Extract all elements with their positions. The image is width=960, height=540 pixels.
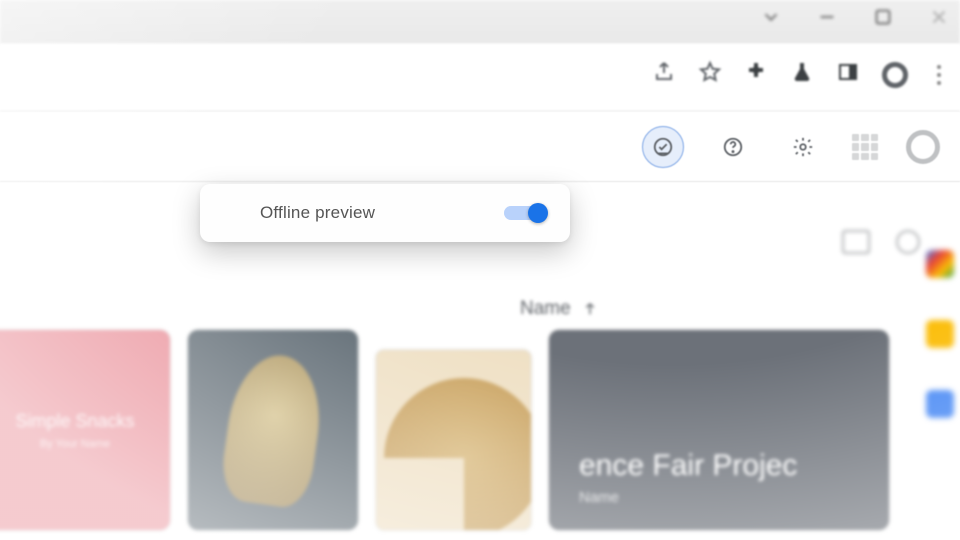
sort-ascending-icon (581, 300, 599, 318)
file-card[interactable] (188, 330, 358, 530)
help-button[interactable] (712, 126, 754, 168)
sort-column-label: Name (520, 298, 571, 320)
thumbnail-image (218, 349, 328, 510)
file-card[interactable]: ence Fair Projec Name (549, 330, 889, 530)
thumbnail-image (384, 378, 531, 530)
file-card[interactable]: Simple Snacks By Your Name (0, 330, 170, 530)
calendar-companion-icon[interactable] (926, 250, 954, 278)
file-card-title: Simple Snacks (15, 411, 134, 432)
file-card-subtitle: Name (579, 489, 859, 506)
list-view-icon[interactable] (842, 230, 870, 254)
file-grid: Simple Snacks By Your Name ence Fair Pro… (0, 330, 889, 530)
google-apps-grid-icon[interactable] (852, 134, 878, 160)
view-toggle-bar (842, 230, 920, 254)
details-pane-icon[interactable] (896, 230, 920, 254)
os-titlebar (0, 0, 960, 44)
offline-preview-toggle[interactable] (504, 203, 548, 223)
file-card[interactable] (376, 350, 531, 530)
share-icon[interactable] (652, 60, 676, 89)
bookmark-star-icon[interactable] (698, 60, 722, 89)
browser-menu-icon[interactable] (930, 65, 948, 85)
file-card-title: ence Fair Projec (579, 449, 859, 483)
tasks-companion-icon[interactable] (926, 390, 954, 418)
browser-toolbar (0, 44, 960, 112)
keep-companion-icon[interactable] (926, 320, 954, 348)
drive-toolbar (0, 112, 960, 182)
offline-ready-button[interactable] (642, 126, 684, 168)
window-minimize-icon[interactable] (816, 6, 838, 33)
sort-header[interactable]: Name (520, 298, 599, 320)
offline-preview-label: Offline preview (260, 203, 375, 223)
window-tab-chevron-icon[interactable] (760, 6, 782, 33)
window-close-icon[interactable] (928, 6, 950, 33)
profile-avatar-icon[interactable] (882, 62, 908, 88)
offline-preview-panel: Offline preview (200, 184, 570, 242)
sidepanel-icon[interactable] (836, 60, 860, 89)
companion-sidepanel (926, 250, 954, 418)
file-card-subtitle: By Your Name (40, 438, 110, 450)
window-maximize-icon[interactable] (872, 6, 894, 33)
extensions-puzzle-icon[interactable] (744, 60, 768, 89)
settings-gear-button[interactable] (782, 126, 824, 168)
labs-flask-icon[interactable] (790, 60, 814, 89)
account-avatar-icon[interactable] (906, 130, 940, 164)
